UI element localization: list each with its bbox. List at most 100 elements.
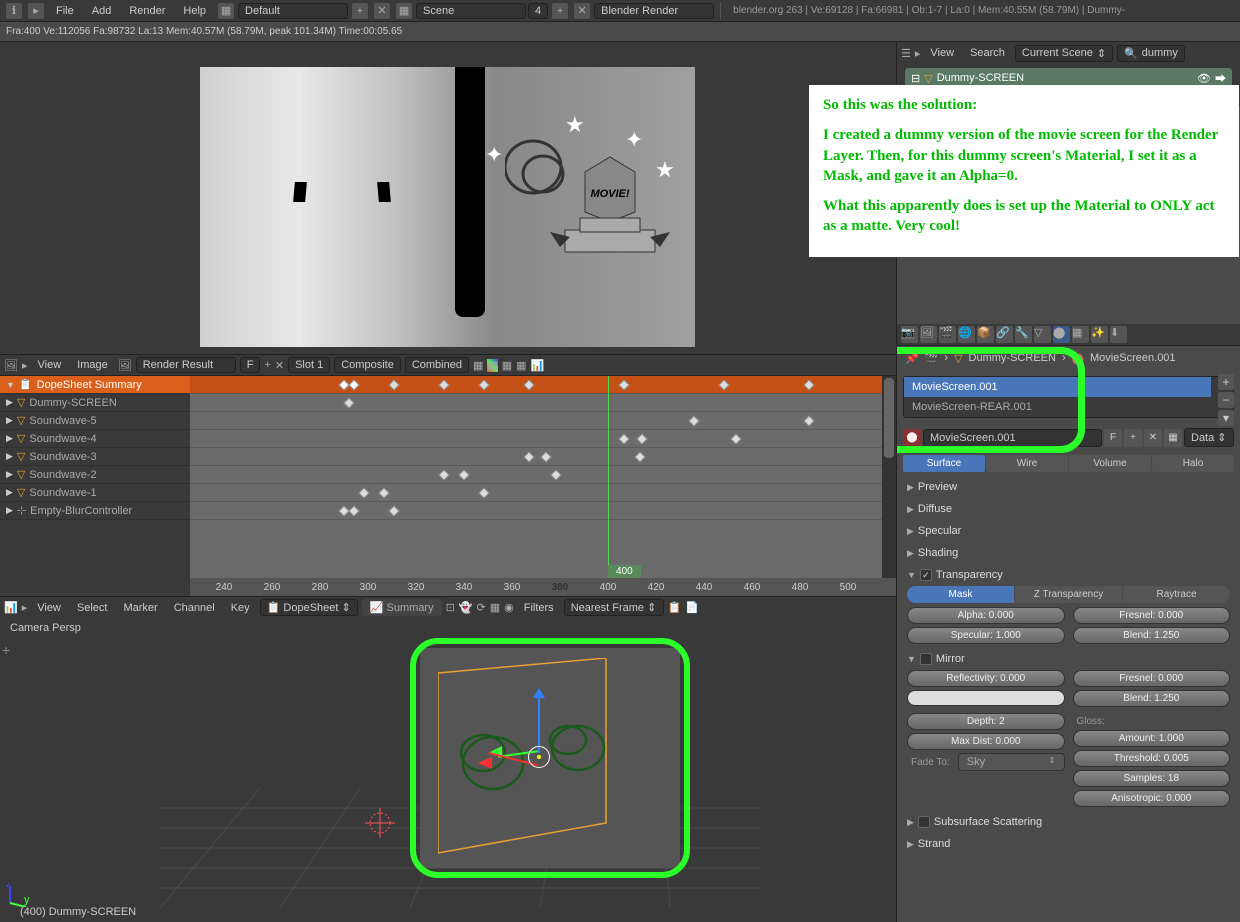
gloss-aniso-slider[interactable]: Anisotropic: 0.000 <box>1073 790 1231 807</box>
image-del-icon[interactable]: ✕ <box>275 359 284 372</box>
scene-field[interactable]: Scene <box>416 3 526 19</box>
image-add-icon[interactable]: + <box>264 359 270 371</box>
slot-add-button[interactable]: + <box>1218 374 1234 390</box>
channel-rgb-icon[interactable]: ▦ <box>487 359 497 372</box>
filters-label[interactable]: Filters <box>518 600 560 616</box>
link-select[interactable]: Data ⇕ <box>1184 428 1234 447</box>
menu-view[interactable]: View <box>924 45 960 61</box>
fadeto-select[interactable]: Sky⇕ <box>958 753 1065 771</box>
panel-shading-header[interactable]: ▶Shading <box>903 544 1234 562</box>
summary-toggle[interactable]: 📈 Summary <box>362 599 442 616</box>
specular-slider[interactable]: Specular: 1.000 <box>907 627 1065 644</box>
gloss-amount-slider[interactable]: Amount: 1.000 <box>1073 730 1231 747</box>
panel-diffuse-header[interactable]: ▶Diffuse <box>903 500 1234 518</box>
breadcrumb-material[interactable]: MovieScreen.001 <box>1090 352 1176 364</box>
panel-transparency-header[interactable]: ▼✓Transparency <box>903 566 1234 584</box>
scene-add-icon[interactable]: + <box>552 3 568 19</box>
timeline-ruler[interactable]: 240260 280300 320340 360380 400420 44046… <box>190 578 896 596</box>
tab-material-icon[interactable]: ⬤ <box>1053 326 1070 343</box>
tab-scene-icon[interactable]: 🎬 <box>939 326 956 343</box>
maxdist-slider[interactable]: Max Dist: 0.000 <box>907 733 1065 750</box>
type-wire[interactable]: Wire <box>986 455 1068 472</box>
channel-soundwave-3[interactable]: ▶▽Soundwave-3 <box>0 448 190 466</box>
channel-soundwave-1[interactable]: ▶▽Soundwave-1 <box>0 484 190 502</box>
pass-select[interactable]: Combined <box>405 357 469 373</box>
breadcrumb-object[interactable]: Dummy-SCREEN <box>969 352 1056 364</box>
panel-strand-header[interactable]: ▶Strand <box>903 835 1234 853</box>
panel-specular-header[interactable]: ▶Specular <box>903 522 1234 540</box>
slot-specials-button[interactable]: ▾ <box>1218 410 1234 426</box>
paste-keys-icon[interactable]: 📄 <box>685 601 699 614</box>
copy-keys-icon[interactable]: 📋 <box>668 601 682 614</box>
layout-field[interactable]: Default <box>238 3 348 19</box>
menu-file[interactable]: File <box>48 3 82 19</box>
tab-object-icon[interactable]: 📦 <box>977 326 994 343</box>
editor-type-icon[interactable]: 📊 <box>4 601 18 614</box>
dopesheet-track-area[interactable]: 400 240260 280300 320340 360380 400420 4… <box>190 376 896 596</box>
tab-layers-icon[interactable]: 🖼 <box>920 326 937 343</box>
type-volume[interactable]: Volume <box>1069 455 1151 472</box>
filter-ghost-icon[interactable]: 👻 <box>459 601 473 614</box>
mirror-blend-slider[interactable]: Blend: 1.250 <box>1073 690 1231 707</box>
menu-render[interactable]: Render <box>121 3 173 19</box>
mirror-color-swatch[interactable] <box>907 690 1065 706</box>
menu-image[interactable]: Image <box>71 357 114 373</box>
tab-physics-icon[interactable]: ⬇ <box>1110 326 1127 343</box>
scene-del-icon[interactable]: ✕ <box>574 3 590 19</box>
tab-data-icon[interactable]: ▽ <box>1034 326 1051 343</box>
gloss-samples-slider[interactable]: Samples: 18 <box>1073 770 1231 787</box>
dopesheet-mode-select[interactable]: 📋 DopeSheet ⇕ <box>260 599 358 616</box>
channel-rgba-icon[interactable]: ▦ <box>473 359 483 372</box>
outliner-search-field[interactable]: 🔍dummy <box>1117 45 1185 62</box>
image-browse-icon[interactable]: 🖼 <box>118 359 132 372</box>
channel-dummy-screen[interactable]: ▶▽Dummy-SCREEN <box>0 394 190 412</box>
image-editor-viewport[interactable]: ✦ ★ ✦ ★ MOVIE! <box>0 42 896 354</box>
filter-sel-icon[interactable]: ⊡ <box>446 601 455 614</box>
menu-view[interactable]: View <box>32 357 68 373</box>
menu-search[interactable]: Search <box>964 45 1011 61</box>
material-del-button[interactable]: ✕ <box>1144 429 1162 447</box>
tab-modifiers-icon[interactable]: 🔧 <box>1015 326 1032 343</box>
transparency-enable-checkbox[interactable]: ✓ <box>920 569 932 581</box>
type-surface[interactable]: Surface <box>903 455 985 472</box>
menu-help[interactable]: Help <box>175 3 214 19</box>
slot-remove-button[interactable]: − <box>1218 392 1234 408</box>
slot-select[interactable]: Slot 1 <box>288 357 330 373</box>
channel-soundwave-4[interactable]: ▶▽Soundwave-4 <box>0 430 190 448</box>
gloss-threshold-slider[interactable]: Threshold: 0.005 <box>1073 750 1231 767</box>
collapse-menus-icon[interactable]: ▸ <box>915 47 921 60</box>
channel-alpha-icon[interactable]: ▦ <box>502 359 512 372</box>
fresnel-slider[interactable]: Fresnel: 0.000 <box>1073 607 1231 624</box>
fake-user-button[interactable]: F <box>1104 429 1122 447</box>
visibility-icon[interactable]: 👁 <box>1197 72 1211 85</box>
material-browse-icon[interactable]: ⬤ <box>903 429 921 447</box>
render-engine-select[interactable]: Blender Render <box>594 3 714 19</box>
menu-view[interactable]: View <box>31 600 67 616</box>
material-slot-1[interactable]: MovieScreen-REAR.001 <box>904 397 1211 417</box>
transparency-raytrace[interactable]: Raytrace <box>1123 586 1230 603</box>
panel-sss-header[interactable]: ▶Subsurface Scattering <box>903 813 1234 831</box>
image-name-field[interactable]: Render Result <box>136 357 236 373</box>
editor-type-icon[interactable]: ☰ <box>901 47 911 60</box>
display-mode-select[interactable]: Current Scene ⇕ <box>1015 45 1113 62</box>
material-add-button[interactable]: + <box>1124 429 1142 447</box>
pin-icon[interactable]: 📌 <box>905 352 919 365</box>
tab-render-icon[interactable]: 📷 <box>901 326 918 343</box>
material-name-field[interactable]: MovieScreen.001 <box>923 429 1102 447</box>
reflectivity-slider[interactable]: Reflectivity: 0.000 <box>907 670 1065 687</box>
panel-preview-header[interactable]: ▶Preview <box>903 478 1234 496</box>
channel-soundwave-2[interactable]: ▶▽Soundwave-2 <box>0 466 190 484</box>
menu-select[interactable]: Select <box>71 600 114 616</box>
menu-channel[interactable]: Channel <box>168 600 221 616</box>
depth-slider[interactable]: Depth: 2 <box>907 713 1065 730</box>
mirror-fresnel-slider[interactable]: Fresnel: 0.000 <box>1073 670 1231 687</box>
blend-slider[interactable]: Blend: 1.250 <box>1073 627 1231 644</box>
material-slot-list[interactable]: MovieScreen.001 MovieScreen-REAR.001 <box>903 376 1234 418</box>
auto-snap-select[interactable]: Nearest Frame ⇕ <box>564 599 664 616</box>
channel-empty-blur[interactable]: ▶⊹Empty-BlurController <box>0 502 190 520</box>
nodes-toggle-icon[interactable]: ▦ <box>1164 429 1182 447</box>
toolbar-expand-icon[interactable]: + <box>2 642 10 658</box>
transparency-mask[interactable]: Mask <box>907 586 1014 603</box>
fake-user-button[interactable]: F <box>240 357 261 373</box>
filter-b-icon[interactable]: ▦ <box>490 601 500 614</box>
